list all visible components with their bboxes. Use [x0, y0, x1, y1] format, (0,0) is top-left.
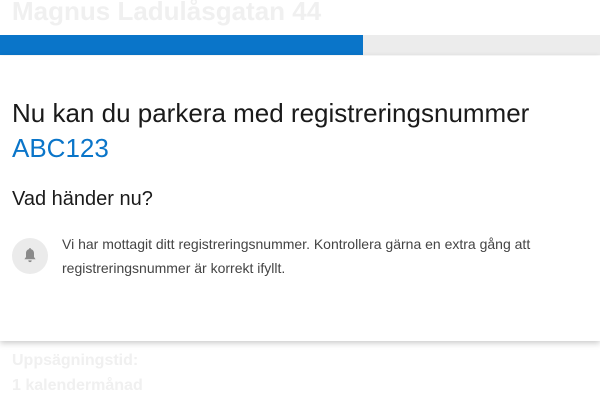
info-text: Vi har mottagit ditt registreringsnummer… [62, 232, 600, 280]
page: Magnus Ladulåsgatan 44 Uppsägningstid: 1… [0, 0, 600, 400]
registration-plate: ABC123 [12, 133, 109, 163]
bell-icon [12, 238, 48, 274]
progress-bar-fill [0, 35, 363, 55]
background-term-label: Uppsägningstid: [12, 352, 139, 369]
progress-bar [0, 35, 600, 55]
modal-heading: Nu kan du parkera med registreringsnumme… [12, 98, 530, 128]
background-term-value: 1 kalendermånad [12, 377, 143, 394]
info-text-line: Vi har mottagit ditt registreringsnummer… [62, 236, 531, 252]
confirmation-modal: Nu kan du parkera med registreringsnumme… [0, 56, 600, 341]
info-text-line: registreringsnummer är korrekt ifyllt. [62, 260, 286, 276]
what-happens-next-heading: Vad händer nu? [12, 188, 153, 210]
background-address-title: Magnus Ladulåsgatan 44 [12, 0, 322, 26]
